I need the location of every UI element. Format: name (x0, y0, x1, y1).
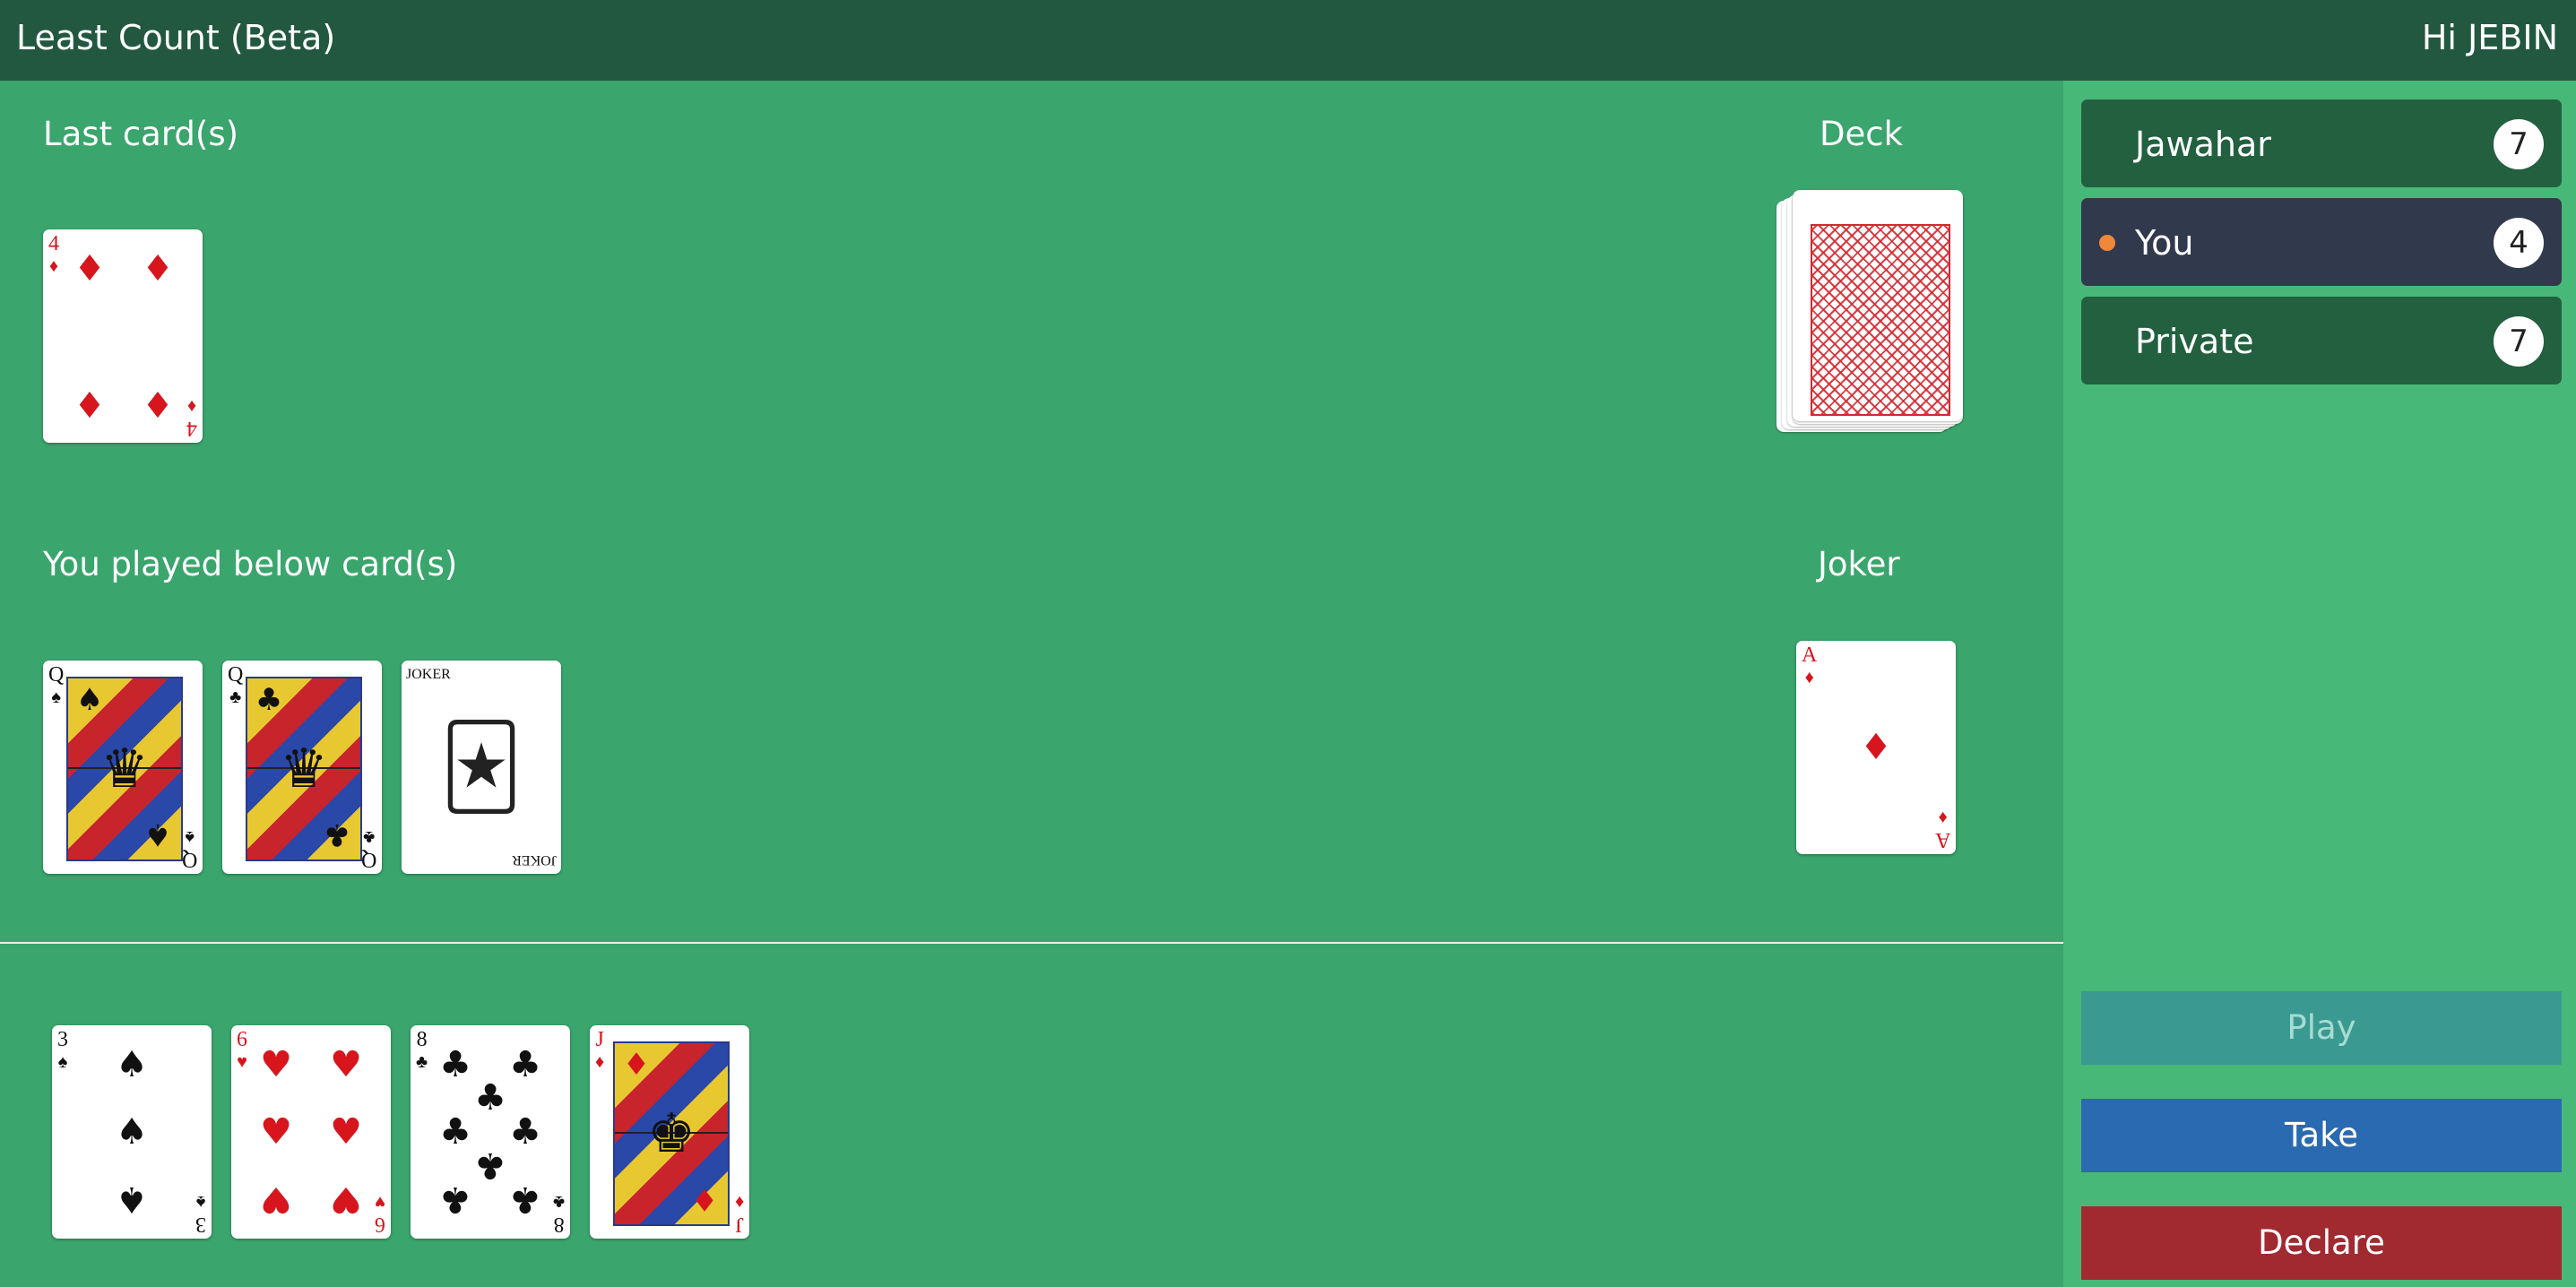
card-pip: ♦ (73, 248, 106, 289)
card-corner: 3 ♠ (57, 1028, 68, 1073)
card-pip: ♣ (509, 1111, 541, 1153)
card-corner: 4 ♦ (186, 396, 197, 440)
card-pip: ♣ (474, 1077, 506, 1119)
card-pip: ♠ (116, 1111, 148, 1153)
card-pip: ♠ (116, 1179, 148, 1220)
card-pip: ♣ (439, 1179, 471, 1220)
card-pip: ♣ (255, 682, 283, 718)
card-pip: ♦ (73, 383, 106, 424)
card-corner: 6 ♥ (237, 1028, 247, 1073)
player-name: Private (2135, 322, 2254, 361)
card-pip: ♠ (143, 816, 172, 852)
card-pip: ♣ (439, 1111, 471, 1153)
card-corner: Q ♣ (360, 827, 376, 871)
card-pip: ♦ (690, 1181, 719, 1217)
player-row-private[interactable]: Private 7 (2081, 297, 2562, 384)
card-pip: ♥ (260, 1044, 292, 1085)
card-corner: A ♦ (1802, 644, 1818, 688)
joker-label: JOKER (406, 667, 451, 682)
card-corner: Q ♠ (181, 827, 197, 871)
hand-card[interactable]: 8 ♣ ♣ ♣ ♣ ♣ ♣ ♣ ♣ ♣ 8 ♣ (411, 1025, 570, 1239)
draw-deck[interactable] (1776, 190, 1963, 432)
joker-label: JOKER (512, 852, 557, 868)
joker-card: A ♦ ♦ A ♦ (1796, 641, 1956, 854)
card-pip: ♥ (330, 1111, 362, 1153)
user-greeting[interactable]: Hi JEBIN (2422, 18, 2558, 57)
card-pip: ♥ (330, 1044, 362, 1085)
declare-button[interactable]: Declare (2081, 1206, 2562, 1280)
card-pip: ♥ (260, 1111, 292, 1153)
card-pip: ♣ (509, 1044, 541, 1085)
player-row-jawahar[interactable]: Jawahar 7 (2081, 99, 2562, 187)
card-count-badge: 4 (2494, 218, 2544, 268)
hand-divider (0, 942, 2063, 944)
card-pip: ♦ (142, 383, 174, 424)
card-count-badge: 7 (2494, 119, 2544, 169)
jester-icon: 🃏 (439, 720, 523, 815)
card-pip: ♣ (509, 1179, 541, 1220)
turn-indicator-dot (2099, 235, 2115, 251)
card-pip: ♠ (75, 682, 104, 718)
player-name: You (2135, 223, 2194, 263)
card-pip: ♦ (622, 1047, 651, 1083)
joker-label-heading: Joker (1818, 545, 1900, 583)
card-count-badge: 7 (2494, 316, 2544, 367)
card-corner: Q ♠ (48, 663, 65, 708)
app-title: Least Count (Beta) (16, 18, 336, 57)
hand-card[interactable]: 6 ♥ ♥ ♥ ♥ ♥ ♥ ♥ 6 ♥ (231, 1025, 391, 1239)
card-corner: A ♦ (1934, 808, 1950, 851)
card-pip: ♦ (1860, 727, 1892, 768)
card-corner: 6 ♥ (375, 1192, 385, 1236)
played-card: Q ♠ ♛ ♠ ♠ Q ♠ (43, 661, 203, 874)
last-cards-label: Last card(s) (43, 115, 239, 153)
played-cards-label: You played below card(s) (43, 545, 458, 583)
card-corner: 4 ♦ (48, 232, 59, 277)
card-pip: ♦ (142, 248, 174, 289)
card-back-pattern (1811, 224, 1950, 416)
card-pip: ♣ (474, 1144, 506, 1186)
top-bar: Least Count (Beta) Hi JEBIN (0, 0, 2576, 81)
hand-card[interactable]: 3 ♠ ♠ ♠ ♠ 3 ♠ (52, 1025, 212, 1239)
card-pip: ♣ (323, 816, 351, 852)
player-name: Jawahar (2135, 125, 2271, 164)
card-corner: 8 ♣ (416, 1028, 428, 1073)
card-pip: ♥ (330, 1179, 362, 1220)
played-card-joker: JOKER 🃏 JOKER (402, 661, 561, 874)
played-card: Q ♣ ♛ ♣ ♣ Q ♣ (222, 661, 382, 874)
card-pip: ♠ (116, 1044, 148, 1085)
take-button[interactable]: Take (2081, 1099, 2562, 1172)
card-corner: J ♦ (595, 1028, 605, 1073)
player-row-you[interactable]: You 4 (2081, 198, 2562, 286)
play-button[interactable]: Play (2081, 991, 2562, 1065)
card-corner: 8 ♣ (552, 1192, 565, 1236)
hand-card[interactable]: J ♦ ♚ ♦ ♦ J ♦ (590, 1025, 749, 1239)
last-card: 4 ♦ ♦ ♦ ♦ ♦ 4 ♦ (43, 229, 203, 443)
card-corner: 3 ♠ (195, 1192, 206, 1236)
card-corner: J ♦ (734, 1192, 744, 1236)
card-pip: ♣ (439, 1044, 471, 1085)
card-corner: Q ♣ (228, 663, 244, 708)
deck-label: Deck (1820, 115, 1904, 153)
card-pip: ♥ (260, 1179, 292, 1220)
